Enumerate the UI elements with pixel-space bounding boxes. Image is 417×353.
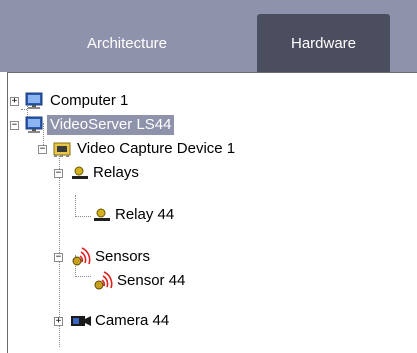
hardware-tree-panel: + Computer 1 − VideoServer LS44 − Video [7,72,417,353]
expand-plus-icon[interactable]: + [54,317,63,326]
collapse-minus-icon[interactable]: − [10,121,19,130]
tree-node-label: Relay 44 [115,206,175,223]
tree-node-video-capture-device[interactable]: − Video Capture Device 1 [8,137,388,161]
tree-node-label: Sensors [95,248,151,265]
collapse-minus-icon[interactable]: − [54,253,63,262]
sensor-icon [72,247,91,266]
tree-node-label: Relays [93,164,139,181]
relay-icon [72,166,88,179]
tree-node-computer-1[interactable]: + Computer 1 [8,89,308,113]
tab-hardware[interactable]: Hardware [257,14,390,72]
tree-node-label: Sensor 44 [117,272,186,289]
monitor-icon [25,92,43,109]
expand-plus-icon[interactable]: + [10,97,19,106]
tree-node-videoserver[interactable]: − VideoServer LS44 [8,113,308,137]
tree-node-relays[interactable]: − Relays [8,161,308,185]
collapse-minus-icon[interactable]: − [38,145,47,154]
tab-bar: Architecture Hardware [0,0,417,72]
relay-icon [94,208,110,221]
capture-card-icon [53,142,71,157]
tree-node-label: Computer 1 [50,92,129,109]
tab-architecture[interactable]: Architecture [20,14,234,72]
tree-node-label: VideoServer LS44 [47,115,175,135]
tree-node-sensor-44[interactable]: Sensor 44 [8,269,308,293]
tree-node-sensors[interactable]: − Sensors [8,245,308,269]
monitor-icon [25,116,43,133]
collapse-minus-icon[interactable]: − [54,169,63,178]
tree-node-label: Video Capture Device 1 [77,140,236,157]
sensor-icon [94,271,113,290]
tree-node-relay-44[interactable]: Relay 44 [8,203,308,227]
camera-icon [71,316,91,326]
tree-node-camera-44[interactable]: + Camera 44 [8,309,308,333]
tree-node-label: Camera 44 [95,312,170,329]
tab-bar-filler [390,14,417,72]
